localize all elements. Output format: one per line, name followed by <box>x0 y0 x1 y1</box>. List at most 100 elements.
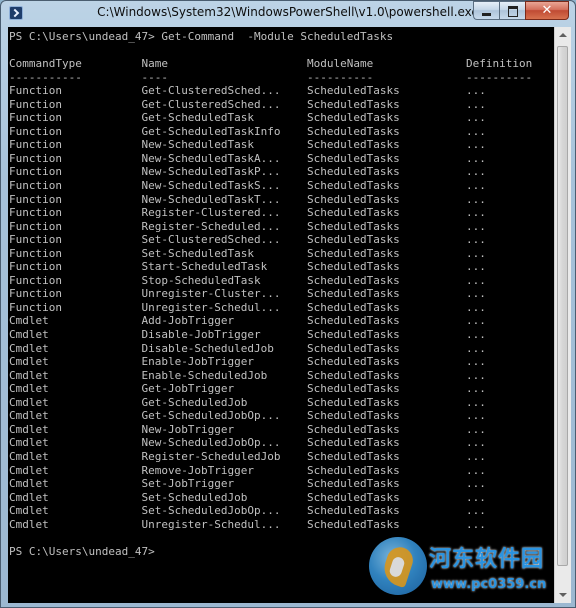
table-cell: ScheduledTasks <box>307 449 466 463</box>
watermark-url: www.pc0359.cn <box>431 577 547 592</box>
table-cell: ... <box>465 138 546 152</box>
command-line: PS C:\Users\undead_47> Get-Command -Modu… <box>9 30 394 43</box>
table-row: Cmdlet Disable-ScheduledJob ScheduledTas… <box>9 342 545 355</box>
table-cell: ... <box>465 517 546 531</box>
table-cell: ScheduledTasks <box>307 314 466 328</box>
table-cell: ScheduledTasks <box>307 490 466 504</box>
table-cell: ... <box>465 260 546 274</box>
table-cell: Function <box>9 84 142 98</box>
table-cell: ScheduledTasks <box>307 422 466 436</box>
table-cell: Function <box>9 138 142 152</box>
table-cell: ... <box>465 436 546 450</box>
table-cell: ScheduledTasks <box>307 124 466 138</box>
table-row: Cmdlet Register-ScheduledJob ScheduledTa… <box>9 450 545 463</box>
table-row: Cmdlet Unregister-Schedul... ScheduledTa… <box>9 518 545 531</box>
table-cell: ... <box>465 233 546 247</box>
table-cell: ScheduledTasks <box>307 463 466 477</box>
table-cell: Function <box>9 287 142 301</box>
table-row: Cmdlet Set-ScheduledJob ScheduledTasks .… <box>9 491 545 504</box>
table-cell: ScheduledTasks <box>307 246 466 260</box>
table-cell: Cmdlet <box>9 422 142 436</box>
table-cell: Function <box>9 260 142 274</box>
column-header: ModuleName <box>307 57 466 71</box>
table-header: CommandType Name ModuleName Definition <box>9 57 545 70</box>
table-cell: ... <box>465 341 546 355</box>
table-row: Function New-ScheduledTaskS... Scheduled… <box>9 179 545 192</box>
table-cell: ScheduledTasks <box>307 409 466 423</box>
table-cell: Register-Scheduled... <box>141 219 308 233</box>
table-cell: Unregister-Cluster... <box>141 287 308 301</box>
table-cell: ... <box>465 382 546 396</box>
table-cell: Get-ScheduledTask <box>141 111 308 125</box>
table-cell: ScheduledTasks <box>307 328 466 342</box>
table-cell: Cmdlet <box>9 328 142 342</box>
table-cell: New-ScheduledTaskT... <box>141 192 308 206</box>
table-cell: Enable-ScheduledJob <box>141 368 308 382</box>
title-bar[interactable]: C:\Windows\System32\WindowsPowerShell\v1… <box>1 1 575 27</box>
table-row: Function Register-Clustered... Scheduled… <box>9 206 545 219</box>
table-cell: Function <box>9 300 142 314</box>
table-row: Cmdlet Enable-ScheduledJob ScheduledTask… <box>9 369 545 382</box>
table-row: Function Unregister-Cluster... Scheduled… <box>9 287 545 300</box>
table-row: Cmdlet Get-ScheduledJob ScheduledTasks .… <box>9 396 545 409</box>
table-cell: Cmdlet <box>9 504 142 518</box>
table-cell: ScheduledTasks <box>307 436 466 450</box>
table-cell: Function <box>9 179 142 193</box>
table-cell: ... <box>465 246 546 260</box>
table-row: Cmdlet Add-JobTrigger ScheduledTasks ... <box>9 314 545 327</box>
table-cell: ... <box>465 422 546 436</box>
table-cell: Enable-JobTrigger <box>141 355 308 369</box>
table-cell: Cmdlet <box>9 490 142 504</box>
table-cell: ScheduledTasks <box>307 97 466 111</box>
table-cell: Cmdlet <box>9 517 142 531</box>
table-cell: ... <box>465 449 546 463</box>
watermark-logo <box>369 537 427 595</box>
table-cell: Register-Clustered... <box>141 206 308 220</box>
table-cell: ... <box>465 300 546 314</box>
table-cell: Cmdlet <box>9 463 142 477</box>
table-cell: Unregister-Schedul... <box>141 517 308 531</box>
table-cell: ... <box>465 287 546 301</box>
table-cell: Cmdlet <box>9 355 142 369</box>
column-header: CommandType <box>9 57 142 71</box>
close-button[interactable]: ✕ <box>525 1 569 20</box>
table-row: Cmdlet Get-JobTrigger ScheduledTasks ... <box>9 382 545 395</box>
table-cell: ... <box>465 314 546 328</box>
table-row: Function New-ScheduledTaskP... Scheduled… <box>9 165 545 178</box>
table-cell: ... <box>465 111 546 125</box>
table-cell: Cmdlet <box>9 382 142 396</box>
table-cell: ScheduledTasks <box>307 179 466 193</box>
maximize-button[interactable] <box>499 1 525 20</box>
table-cell: ... <box>465 192 546 206</box>
maximize-icon <box>508 6 518 17</box>
table-cell: ... <box>465 97 546 111</box>
scroll-up-button[interactable] <box>555 27 571 44</box>
table-row: Function Get-ScheduledTask ScheduledTask… <box>9 111 545 124</box>
watermark-name: 河东软件园 <box>429 547 545 572</box>
table-cell: Set-ScheduledJobOp... <box>141 504 308 518</box>
table-cell: Get-ScheduledJobOp... <box>141 409 308 423</box>
table-row: Function Get-ScheduledTaskInfo Scheduled… <box>9 125 545 138</box>
scrollbar-thumb[interactable] <box>557 46 568 566</box>
table-cell: Get-JobTrigger <box>141 382 308 396</box>
table-cell: ScheduledTasks <box>307 382 466 396</box>
table-cell: Set-ScheduledJob <box>141 490 308 504</box>
table-row: Function Register-Scheduled... Scheduled… <box>9 220 545 233</box>
close-icon: ✕ <box>541 3 553 18</box>
table-cell: Function <box>9 246 142 260</box>
table-row: Function New-ScheduledTaskT... Scheduled… <box>9 193 545 206</box>
table-cell: Disable-ScheduledJob <box>141 341 308 355</box>
table-cell: ... <box>465 490 546 504</box>
table-cell: New-ScheduledTask <box>141 138 308 152</box>
table-cell: Remove-JobTrigger <box>141 463 308 477</box>
table-cell: New-ScheduledTaskP... <box>141 165 308 179</box>
table-cell: ScheduledTasks <box>307 138 466 152</box>
console-output[interactable]: PS C:\Users\undead_47> Get-Command -Modu… <box>8 27 554 603</box>
table-row: Cmdlet Enable-JobTrigger ScheduledTasks … <box>9 355 545 368</box>
table-cell: Function <box>9 219 142 233</box>
minimize-icon <box>482 13 491 16</box>
minimize-button[interactable] <box>473 1 499 20</box>
vertical-scrollbar[interactable] <box>554 27 571 603</box>
table-cell: Set-ScheduledTask <box>141 246 308 260</box>
table-cell: ScheduledTasks <box>307 287 466 301</box>
